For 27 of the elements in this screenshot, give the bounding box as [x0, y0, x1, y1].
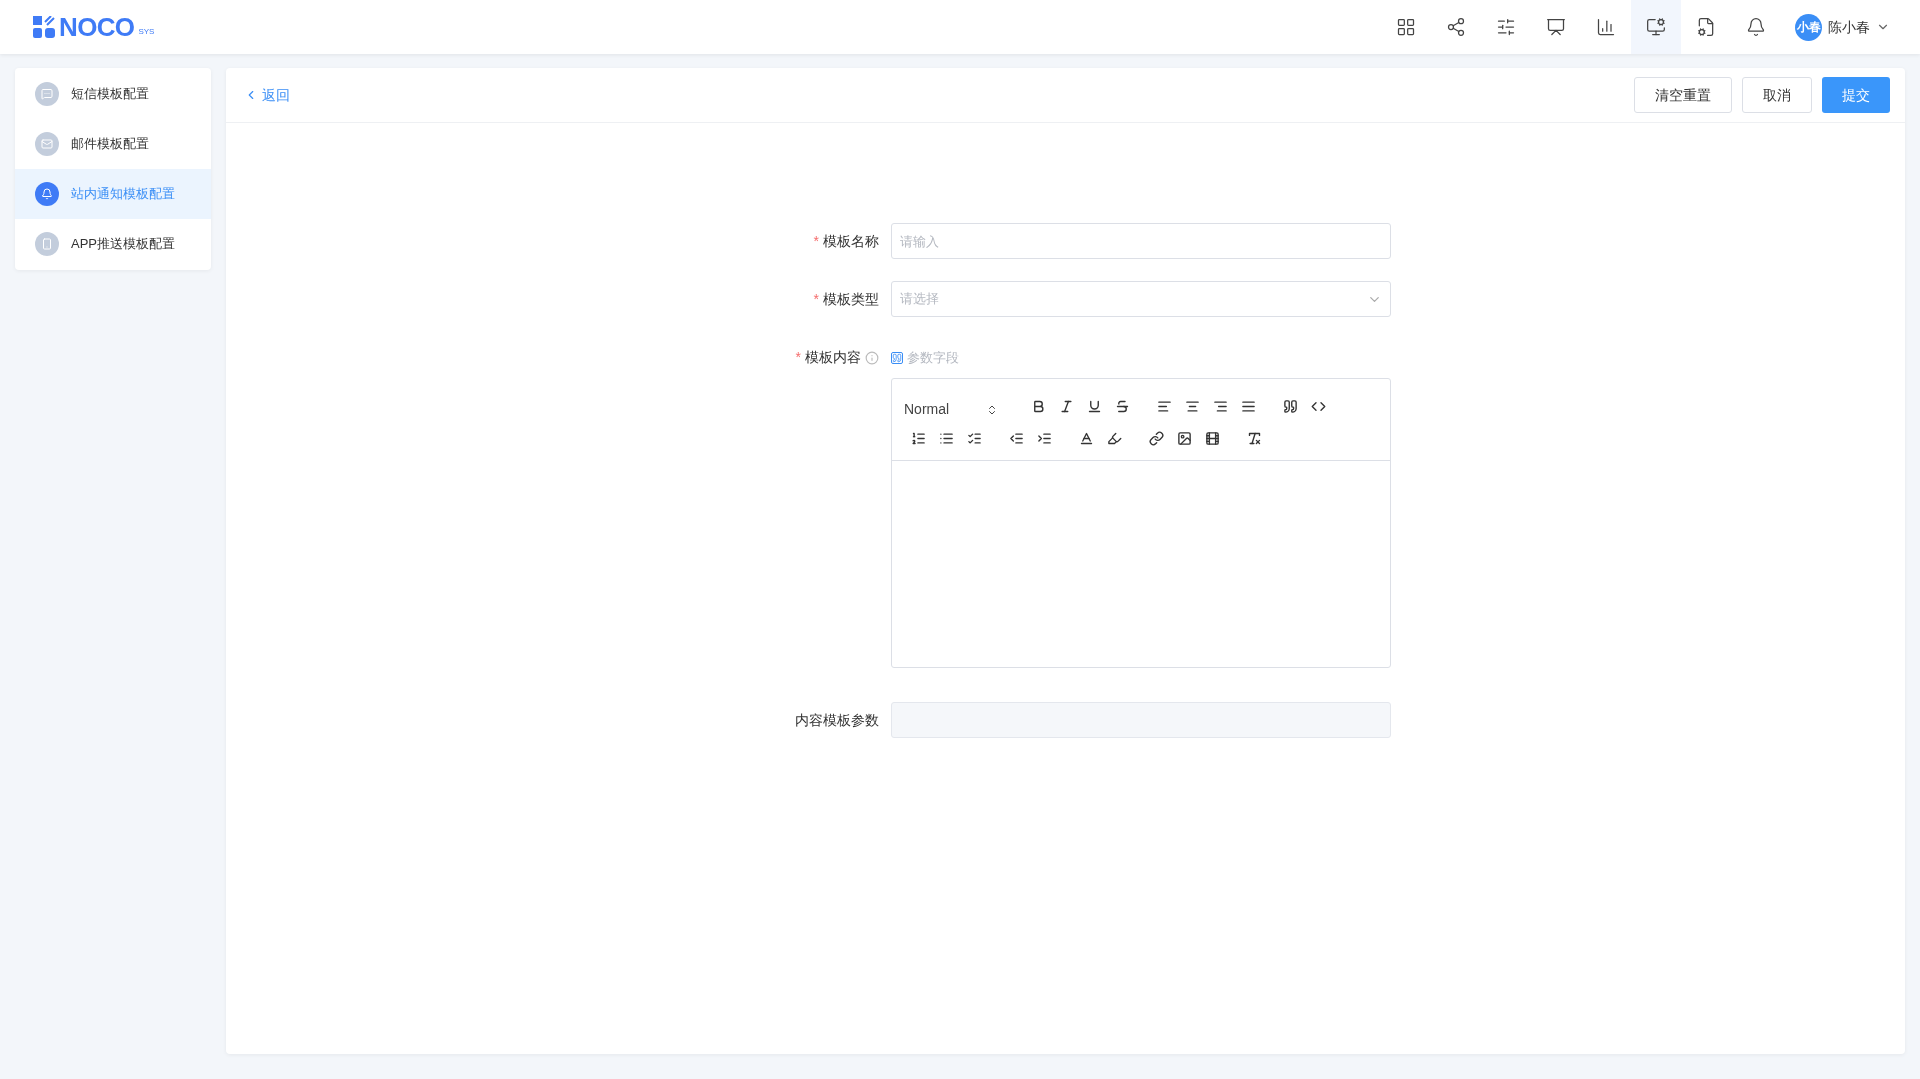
heading-select[interactable]: Normal: [904, 399, 1004, 420]
bell-icon: [35, 182, 59, 206]
monitor-gear-icon[interactable]: [1631, 0, 1681, 54]
required-mark: *: [813, 231, 819, 251]
field-label: 模板类型: [823, 289, 879, 309]
sidebar-item[interactable]: 邮件模板配置: [15, 119, 211, 169]
logo-superscript: SYS: [138, 26, 155, 38]
quote-icon: [891, 351, 903, 364]
name-input[interactable]: 请输入: [891, 223, 1391, 259]
field-label: 模板内容: [805, 348, 861, 367]
sidebar-item[interactable]: 短信模板配置: [15, 69, 211, 119]
sidebar-item[interactable]: APP推送模板配置: [15, 219, 211, 269]
logo-icon: [33, 16, 55, 38]
up-down-caret-icon: [986, 403, 998, 416]
back-link[interactable]: 返回: [244, 84, 290, 106]
action-button[interactable]: 清空重置: [1634, 77, 1732, 113]
action-button[interactable]: 取消: [1742, 77, 1812, 113]
field-label: 模板名称: [823, 231, 879, 251]
required-mark: *: [813, 289, 819, 309]
required-mark: *: [795, 348, 801, 367]
chat-icon: [35, 82, 59, 106]
phone-icon: [35, 232, 59, 256]
field-label: 内容模板参数: [795, 710, 879, 730]
mail-icon: [35, 132, 59, 156]
params-field[interactable]: [891, 702, 1391, 738]
user-name[interactable]: 陈小春: [1828, 16, 1870, 38]
logo-text: NOCO: [59, 14, 135, 40]
